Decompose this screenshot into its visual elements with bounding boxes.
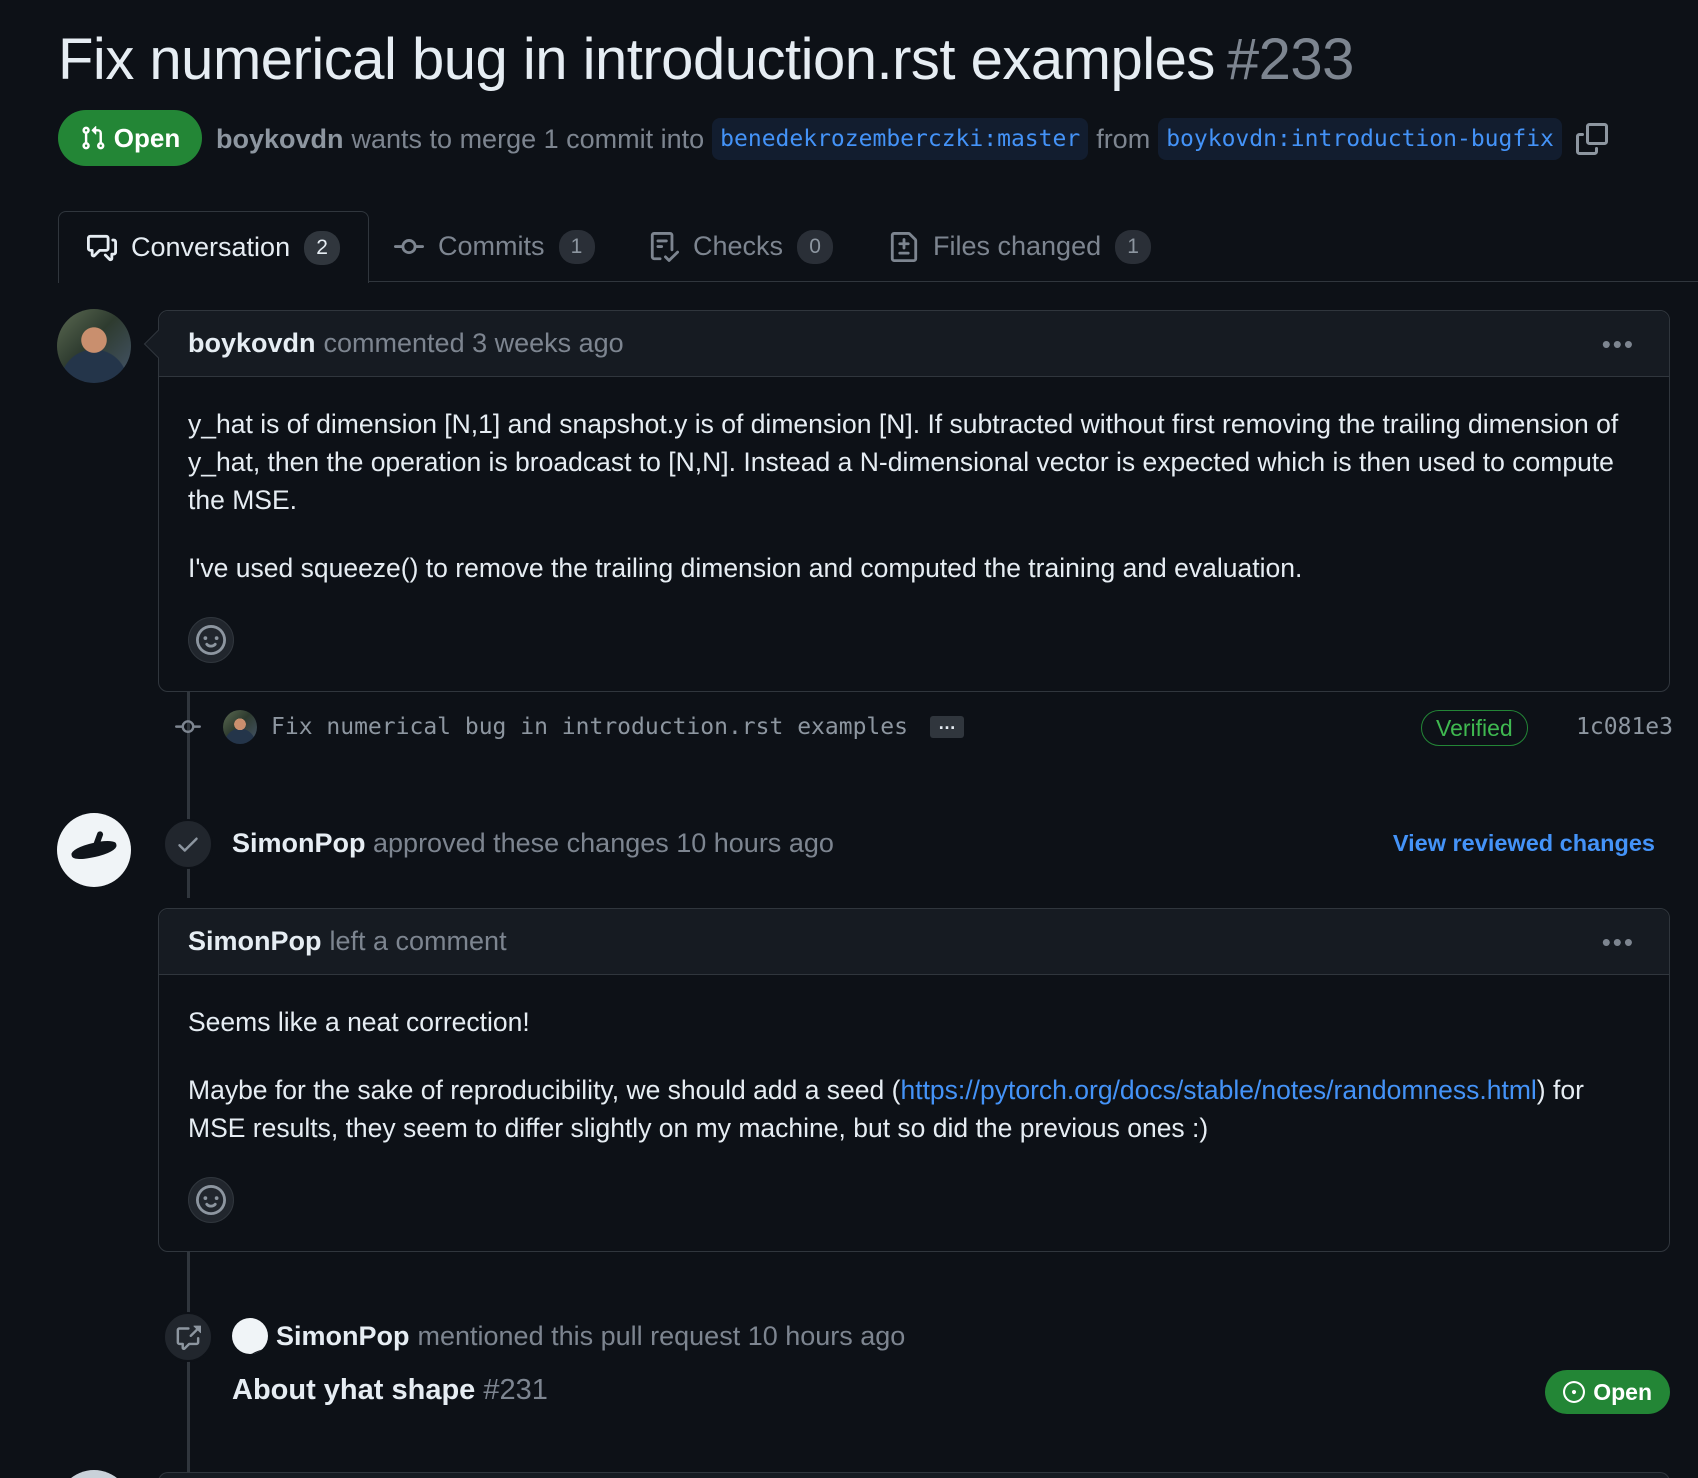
git-commit-icon <box>175 720 201 734</box>
mentioned-issue-title[interactable]: About yhat shape <box>232 1374 475 1406</box>
avatar[interactable] <box>57 813 131 887</box>
commit-author-avatar[interactable] <box>223 710 257 744</box>
mentioned-issue-link[interactable]: About yhat shape #231 <box>232 1374 548 1407</box>
pr-state-label: Open <box>113 122 181 153</box>
from-text: from <box>1096 123 1151 154</box>
avatar[interactable] <box>57 1470 131 1478</box>
commit-row: Fix numerical bug in introduction.rst ex… <box>175 706 1673 748</box>
comment-body: Seems like a neat correction! Maybe for … <box>159 975 1669 1223</box>
issue-opened-icon <box>1563 1381 1586 1403</box>
pr-title: Fix numerical bug in introduction.rst ex… <box>58 26 1354 93</box>
pr-meta: boykovdn wants to merge 1 commit into be… <box>216 118 1608 160</box>
tab-commits[interactable]: Commits 1 <box>394 211 595 282</box>
pr-state-badge: Open <box>58 110 202 166</box>
approved-badge <box>163 819 213 869</box>
merge-text: wants to merge 1 commit into <box>351 123 705 154</box>
checklist-icon <box>650 231 679 262</box>
pr-title-text: Fix numerical bug in introduction.rst ex… <box>58 27 1215 92</box>
commit-message[interactable]: Fix numerical bug in introduction.rst ex… <box>271 714 908 740</box>
comment-author[interactable]: boykovdn <box>188 328 316 359</box>
smiley-icon <box>196 1185 226 1215</box>
add-reaction-button[interactable] <box>188 617 234 663</box>
base-branch[interactable]: benedekrozemberczki:master <box>712 118 1089 160</box>
file-diff-icon <box>890 231 918 262</box>
comment-box <box>158 1472 1670 1478</box>
review-event: SimonPop approved these changes 10 hours… <box>232 828 834 859</box>
head-branch[interactable]: boykovdn:introduction-bugfix <box>1158 118 1562 160</box>
smiley-icon <box>196 625 226 655</box>
mention-avatar[interactable] <box>232 1318 268 1354</box>
comment-text: Maybe for the sake of reproducibility, w… <box>188 1075 901 1105</box>
expand-commit-button[interactable]: … <box>929 714 964 738</box>
git-pull-request-icon <box>82 125 105 150</box>
comment-timestamp[interactable]: commented 3 weeks ago <box>324 328 624 359</box>
comment-action: left a comment <box>329 926 507 956</box>
tab-checks-label: Checks <box>693 231 784 261</box>
pr-author-link[interactable]: boykovdn <box>216 124 344 155</box>
comment-paragraph: Seems like a neat correction! <box>188 1007 530 1037</box>
more-options-icon[interactable]: ••• <box>1602 927 1635 958</box>
tab-conversation-label: Conversation <box>131 232 291 262</box>
pr-number: #233 <box>1226 27 1355 92</box>
comment-discussion-icon <box>87 234 117 261</box>
view-reviewed-changes-link[interactable]: View reviewed changes <box>1393 830 1655 857</box>
verified-badge[interactable]: Verified <box>1421 710 1528 746</box>
timeline-line <box>187 1250 190 1478</box>
tab-commits-label: Commits <box>438 231 545 261</box>
reviewer-name[interactable]: SimonPop <box>232 828 366 858</box>
add-reaction-button[interactable] <box>188 1177 234 1223</box>
mention-action: mentioned this pull request 10 hours ago <box>417 1320 906 1351</box>
check-icon <box>178 837 198 852</box>
mention-author[interactable]: SimonPop <box>276 1321 410 1352</box>
comment-paragraph: I've used squeeze() to remove the traili… <box>188 553 1303 583</box>
comment-paragraph: Maybe for the sake of reproducibility, w… <box>188 1071 1640 1147</box>
commit-sha[interactable]: 1c081e3 <box>1576 714 1673 740</box>
pr-tabs: Conversation 2 Commits 1 Checks 0 Files … <box>58 211 1698 283</box>
randomness-docs-link[interactable]: https://pytorch.org/docs/stable/notes/ra… <box>900 1075 1536 1105</box>
tab-files-changed-count: 1 <box>1115 229 1152 264</box>
mentioned-issue-state: Open <box>1593 1378 1652 1405</box>
comment-paragraph: y_hat is of dimension [N,1] and snapshot… <box>188 409 1619 515</box>
mentioned-issue-number: #231 <box>483 1374 548 1406</box>
tab-checks-count: 0 <box>797 229 834 264</box>
comment-header: SimonPop left a comment ••• <box>159 909 1669 975</box>
comment-box: boykovdn commented 3 weeks ago ••• y_hat… <box>143 310 1670 692</box>
more-options-icon[interactable]: ••• <box>1602 329 1635 360</box>
comment-header: boykovdn commented 3 weeks ago ••• <box>159 311 1669 377</box>
copy-icon[interactable] <box>1575 123 1608 155</box>
mention-event: SimonPop mentioned this pull request 10 … <box>232 1318 905 1354</box>
comment-author[interactable]: SimonPop <box>188 926 322 957</box>
cross-reference-icon <box>176 1325 201 1350</box>
tab-conversation-count: 2 <box>304 230 341 265</box>
tab-conversation[interactable]: Conversation 2 <box>58 211 370 283</box>
cross-reference-badge <box>163 1312 213 1362</box>
comment-box: SimonPop left a comment ••• Seems like a… <box>158 908 1670 1252</box>
mentioned-issue-state-badge: Open <box>1545 1370 1670 1414</box>
avatar[interactable] <box>57 309 131 383</box>
git-commit-icon <box>394 238 424 254</box>
tab-files-changed[interactable]: Files changed 1 <box>889 211 1152 282</box>
tab-files-changed-label: Files changed <box>933 231 1102 261</box>
review-action: approved these changes 10 hours ago <box>373 828 834 858</box>
tab-checks[interactable]: Checks 0 <box>649 211 834 282</box>
tab-commits-count: 1 <box>558 229 595 264</box>
comment-body: y_hat is of dimension [N,1] and snapshot… <box>159 377 1669 663</box>
